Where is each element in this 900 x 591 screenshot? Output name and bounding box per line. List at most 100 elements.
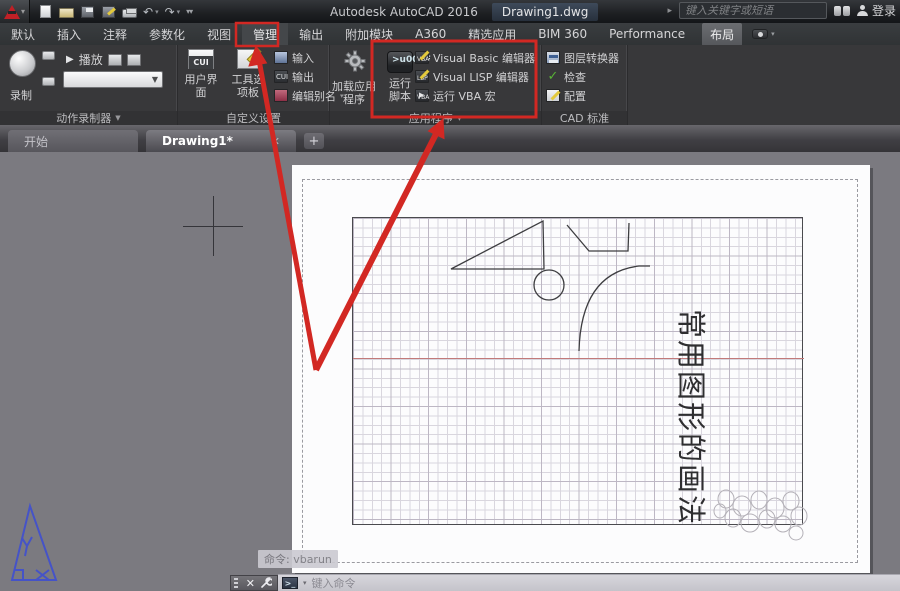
tab-view[interactable]: 视图 [196, 23, 242, 46]
tool-palettes-button[interactable]: 工具选项板 [226, 49, 270, 99]
tab-a360[interactable]: A360 [404, 24, 457, 44]
ribbon-minimize-caret-icon: ▾ [771, 30, 775, 38]
record-label: 录制 [10, 89, 32, 102]
load-application-gear-icon [344, 50, 366, 72]
visual-lisp-editor-button[interactable]: LSP Visual LISP 编辑器 [415, 69, 529, 84]
app-title: Autodesk AutoCAD 2016 [330, 4, 478, 19]
command-placeholder: 键入命令 [311, 577, 356, 590]
wrench-icon[interactable] [260, 577, 272, 589]
tab-manage[interactable]: 管理 [242, 22, 289, 46]
save-as-icon[interactable] [102, 5, 115, 18]
tab-layout[interactable]: 布局 [702, 22, 743, 46]
tab-performance[interactable]: Performance [598, 24, 696, 44]
visual-basic-editor-button[interactable]: VBA Visual Basic 编辑器 [415, 50, 535, 65]
run-vba-macro-button[interactable]: VBA 运行 VBA 宏 [415, 88, 496, 103]
command-prompt-icon: >_ [282, 577, 298, 589]
tab-featured-apps[interactable]: 精选应用 [457, 23, 527, 46]
combo-caret-icon: ▼ [151, 75, 158, 84]
drawing-canvas[interactable]: 常用图形的画法 命令: vbarun ✕ >_ ▾ 键入命令 [0, 152, 900, 591]
export-button[interactable]: 输出 [274, 69, 314, 84]
lisp-editor-icon: LSP [415, 70, 429, 83]
search-binoculars-icon[interactable] [833, 5, 850, 17]
grip-dots-icon [234, 578, 238, 589]
autocad-logo-icon [3, 4, 20, 19]
tab-insert[interactable]: 插入 [46, 23, 92, 46]
preference-icon[interactable] [107, 53, 122, 66]
window-title: Autodesk AutoCAD 2016 Drawing1.dwg [330, 0, 599, 23]
redo-button[interactable]: ↷ ▾ [165, 5, 181, 19]
user-interface-button[interactable]: 用户界面 [179, 49, 223, 99]
play-label[interactable]: 播放 [79, 51, 103, 68]
file-tab-start[interactable]: 开始 [8, 130, 138, 152]
panel-customization: 用户界面 工具选项板 输入 输出 编辑别名 ▾ [178, 45, 344, 125]
run-script-label: 运行脚本 [389, 77, 411, 103]
new-file-icon[interactable] [40, 5, 51, 18]
layer-translator-button[interactable]: 图层转换器 [546, 50, 619, 65]
search-input[interactable] [678, 2, 827, 19]
qat-customize-icon[interactable]: ▾▾ [186, 7, 193, 16]
command-caret-icon[interactable]: ▾ [303, 579, 307, 587]
drawing-grid[interactable]: 常用图形的画法 [352, 217, 808, 541]
ribbon: 录制 ▶ 播放 ▼ 动作录制器 ▼ 用户界面 [0, 45, 900, 128]
check-standards-label: 检查 [564, 70, 586, 84]
import-label: 输入 [292, 51, 314, 65]
document-title: Drawing1.dwg [491, 2, 599, 21]
import-button[interactable]: 输入 [274, 50, 314, 65]
infocenter: ▸ 登录 [667, 2, 896, 19]
save-icon[interactable] [81, 5, 94, 18]
tab-annotate[interactable]: 注释 [92, 23, 138, 46]
user-interface-label: 用户界面 [184, 73, 218, 99]
file-tab-drawing1[interactable]: Drawing1* ✕ [146, 130, 296, 152]
undo-icon: ↶ [143, 4, 154, 19]
ribbon-minimize-button[interactable]: ▾ [752, 29, 775, 39]
visual-basic-editor-label: Visual Basic 编辑器 [433, 51, 535, 65]
app-menu-button[interactable]: ▾ [0, 0, 30, 23]
insert-message-icon[interactable] [42, 51, 55, 60]
record-button[interactable] [9, 50, 36, 77]
tab-addins[interactable]: 附加模块 [334, 23, 404, 46]
arc-shape [578, 265, 650, 352]
open-file-icon[interactable] [59, 8, 74, 18]
tab-parametric[interactable]: 参数化 [138, 23, 196, 46]
command-dock-grip[interactable]: ✕ [230, 575, 278, 591]
drawing-shapes[interactable] [353, 218, 823, 553]
insert-input-icon[interactable] [42, 77, 55, 86]
panel-label-cad-standards[interactable]: CAD 标准 [542, 111, 627, 125]
print-icon[interactable] [122, 7, 137, 18]
tab-bim360[interactable]: BIM 360 [527, 24, 598, 44]
ribbon-state-icon [752, 29, 769, 39]
command-line[interactable]: >_ ▾ 键入命令 [278, 574, 900, 591]
paper-sheet[interactable]: 常用图形的画法 [292, 165, 870, 573]
tab-output[interactable]: 输出 [288, 23, 334, 46]
play-icon[interactable]: ▶ [66, 54, 74, 65]
quick-access-toolbar: ↶ ▾ ↷ ▾ ▾▾ [30, 5, 200, 19]
close-tab-icon[interactable]: ✕ [271, 135, 280, 148]
sign-in-button[interactable]: 登录 [856, 2, 896, 19]
panel-label-applications[interactable]: 应用程序 ▼ [330, 111, 541, 125]
panel-caret-icon: ▼ [115, 114, 121, 122]
panel-applications: 加载应用程序 运行脚本 VBA Visual Basic 编辑器 LSP Vis… [330, 45, 542, 125]
run-script-icon [387, 51, 431, 73]
new-tab-button[interactable]: + [304, 133, 324, 149]
configure-label: 配置 [564, 89, 586, 103]
check-standards-button[interactable]: ✓ 检查 [546, 69, 586, 84]
command-history-ghost: 命令: vbarun [258, 550, 338, 568]
close-command-icon[interactable]: ✕ [246, 577, 255, 590]
tool-palettes-icon [237, 49, 259, 69]
macro-select[interactable]: ▼ [63, 71, 163, 88]
flyout-icon[interactable]: ▸ [667, 6, 672, 16]
edit-aliases-icon [274, 89, 288, 102]
manage-macros-icon[interactable] [126, 53, 141, 66]
panel-label-customization[interactable]: 自定义设置 [178, 111, 329, 125]
load-application-button[interactable]: 加载应用程序 [332, 49, 376, 106]
cui-icon [188, 49, 214, 69]
autocad-window: ▾ ↶ ▾ ↷ ▾ ▾▾ Autodesk AutoCAD 2016 Drawing… [0, 0, 900, 591]
panel-label-action-recorder[interactable]: 动作录制器 ▼ [0, 111, 177, 125]
import-icon [274, 51, 288, 64]
tab-default[interactable]: 默认 [0, 23, 46, 46]
undo-button[interactable]: ↶ ▾ [143, 5, 159, 19]
title-bar: ▾ ↶ ▾ ↷ ▾ ▾▾ Autodesk AutoCAD 2016 Drawing… [0, 0, 900, 23]
crosshair-cursor [183, 196, 243, 256]
tool-palettes-label: 工具选项板 [231, 73, 265, 99]
configure-standards-button[interactable]: 配置 [546, 88, 586, 103]
